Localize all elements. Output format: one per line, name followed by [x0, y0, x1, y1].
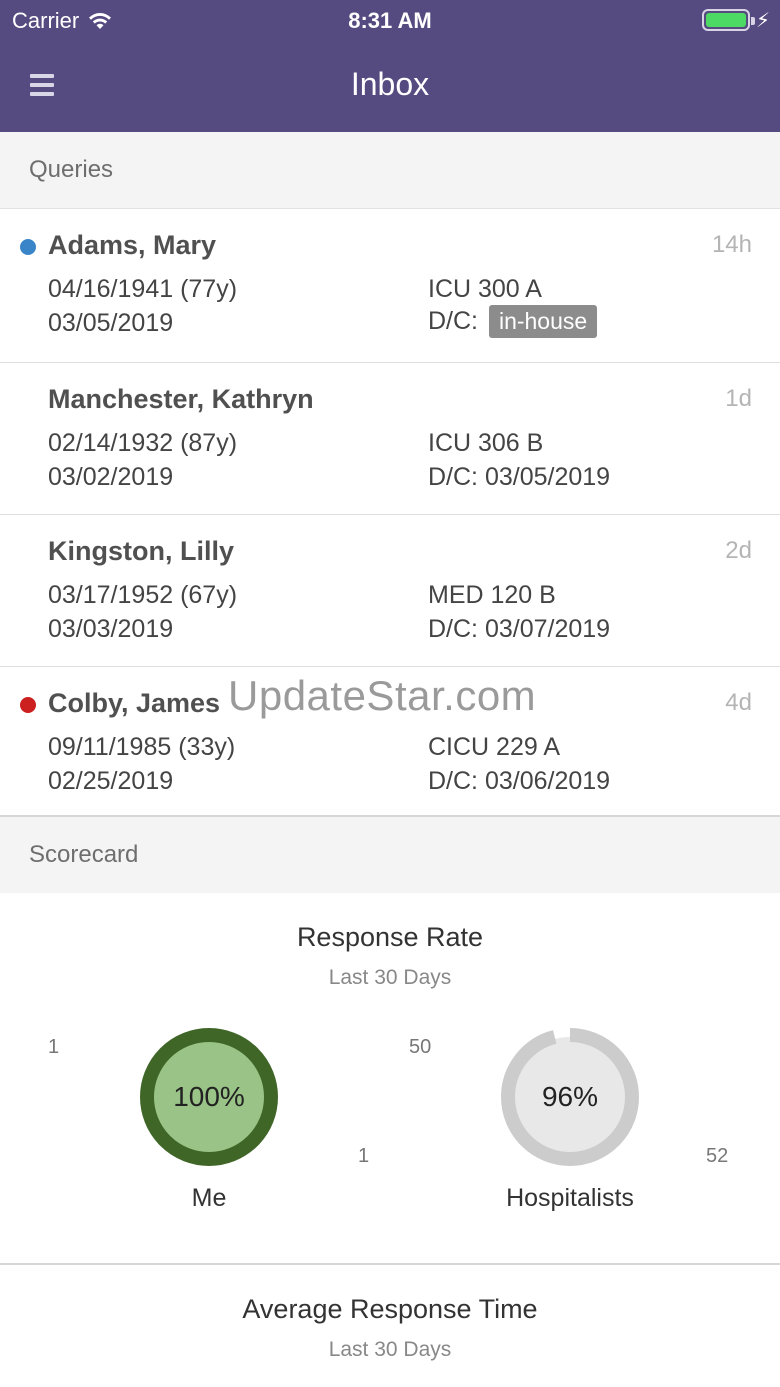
unread-dot-icon	[20, 239, 36, 255]
scorecard-section-label: Scorecard	[29, 841, 139, 868]
page-title: Inbox	[350, 66, 430, 102]
patient-dob: 04/16/1941 (77y)	[48, 275, 238, 303]
status-bar: Carrier 8:31 AM ⚡︎	[0, 0, 780, 40]
list-item[interactable]: Manchester, Kathryn 1d 02/14/1932 (87y) …	[0, 363, 780, 515]
patient-location: MED 120 B	[428, 581, 556, 609]
queries-section-label: Queries	[29, 156, 114, 183]
patient-name: Kingston, Lilly	[48, 536, 234, 566]
charging-bolt-icon: ⚡︎	[755, 10, 770, 32]
patient-location: CICU 229 A	[428, 733, 561, 761]
patient-dob: 02/14/1932 (87y)	[48, 429, 238, 457]
admit-date: 03/03/2019	[48, 615, 174, 643]
discharge-info: D/C: 03/07/2019	[428, 615, 611, 643]
hospitalists-axis-left: 1	[358, 1145, 370, 1167]
list-item[interactable]: Kingston, Lilly 2d 03/17/1952 (67y) 03/0…	[0, 515, 780, 667]
discharge-label: D/C:	[428, 307, 478, 335]
admit-date: 02/25/2019	[48, 767, 174, 795]
patient-dob: 03/17/1952 (67y)	[48, 581, 238, 609]
response-rate-title: Response Rate	[296, 922, 484, 952]
admit-date: 03/02/2019	[48, 463, 174, 491]
clock: 8:31 AM	[348, 8, 432, 33]
divider	[0, 1263, 780, 1265]
me-axis-top: 1	[48, 1036, 60, 1058]
query-age: 1d	[725, 385, 752, 412]
patient-name: Adams, Mary	[48, 230, 217, 260]
list-item[interactable]: Adams, Mary 14h 04/16/1941 (77y) 03/05/2…	[0, 209, 780, 363]
discharge-info: D/C: 03/05/2019	[428, 463, 611, 491]
query-age: 14h	[711, 231, 752, 258]
hospitalists-label: Hospitalists	[506, 1184, 634, 1212]
hospitalists-axis-right: 52	[706, 1145, 729, 1167]
patient-name: Colby, James	[48, 688, 221, 718]
me-percent: 100%	[173, 1081, 245, 1112]
query-age: 4d	[725, 689, 752, 716]
query-list: Adams, Mary 14h 04/16/1941 (77y) 03/05/2…	[0, 209, 780, 819]
patient-dob: 09/11/1985 (33y)	[48, 733, 236, 761]
response-rate-subtitle: Last 30 Days	[328, 966, 452, 989]
battery-icon	[702, 9, 755, 31]
nav-header: Carrier 8:31 AM ⚡︎ Inbox	[0, 0, 780, 132]
admit-date: 03/05/2019	[48, 309, 174, 337]
me-label: Me	[191, 1184, 227, 1212]
status-badge: in-house	[488, 305, 598, 338]
watermark: UpdateStar.com	[228, 672, 537, 719]
discharge-info: D/C: in-house	[428, 305, 598, 338]
avg-response-time-title: Average Response Time	[242, 1294, 538, 1324]
hospitalists-axis-top: 50	[409, 1036, 432, 1058]
queries-section-header: Queries	[0, 132, 780, 209]
patient-location: ICU 300 A	[428, 275, 542, 303]
hospitalists-gauge: 96%	[501, 1028, 639, 1166]
scorecard-section-header: Scorecard	[0, 815, 780, 893]
query-age: 2d	[725, 537, 752, 564]
patient-name: Manchester, Kathryn	[48, 384, 314, 414]
hospitalists-percent: 96%	[541, 1081, 599, 1112]
urgent-dot-icon	[20, 697, 36, 713]
avg-response-time-subtitle: Last 30 Days	[328, 1338, 452, 1361]
patient-location: ICU 306 B	[428, 429, 544, 457]
discharge-info: D/C: 03/06/2019	[428, 767, 611, 795]
me-gauge: 100%	[140, 1028, 278, 1166]
